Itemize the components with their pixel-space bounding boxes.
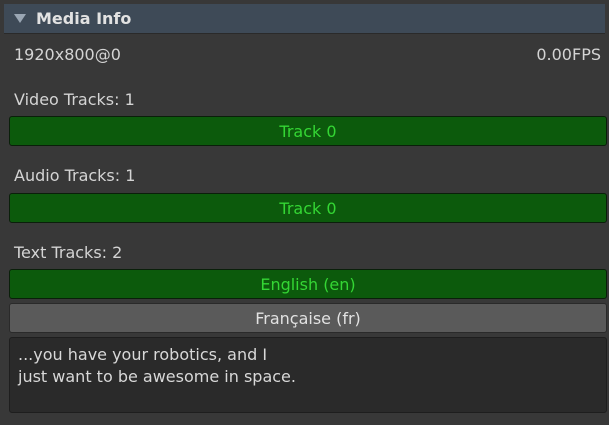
subtitle-line-1: ...you have your robotics, and I (18, 345, 268, 364)
foldout-arrow-icon[interactable] (14, 14, 26, 23)
subtitle-display: ...you have your robotics, and I just wa… (9, 337, 607, 413)
text-tracks-label: Text Tracks: 2 (14, 243, 123, 262)
resolution-row: 1920x800@0 0.00FPS (14, 45, 601, 64)
audio-tracks-label: Audio Tracks: 1 (14, 166, 136, 185)
audio-track-button-0[interactable]: Track 0 (9, 193, 607, 223)
media-info-panel: Media Info 1920x800@0 0.00FPS Video Trac… (0, 0, 609, 425)
media-info-foldout-header[interactable]: Media Info (4, 4, 605, 34)
resolution-text: 1920x800@0 (14, 45, 121, 64)
video-tracks-label: Video Tracks: 1 (14, 90, 135, 109)
video-track-button-0[interactable]: Track 0 (9, 116, 607, 146)
subtitle-line-2: just want to be awesome in space. (18, 367, 296, 386)
text-track-button-french[interactable]: Française (fr) (9, 303, 607, 333)
text-track-button-english[interactable]: English (en) (9, 269, 607, 299)
header-title: Media Info (36, 9, 132, 28)
fps-text: 0.00FPS (536, 45, 601, 64)
